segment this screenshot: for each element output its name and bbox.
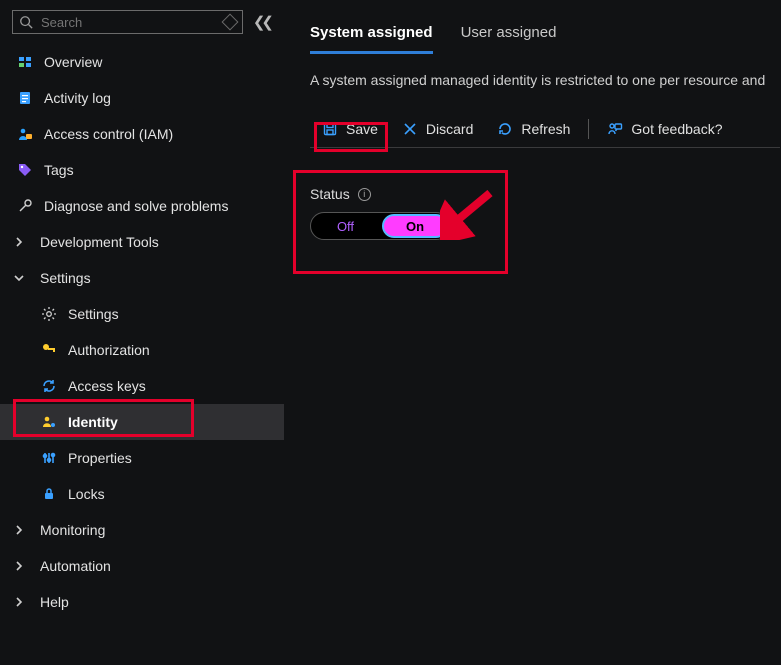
save-label: Save — [346, 121, 378, 137]
person-icon — [16, 125, 34, 143]
chevron-down-icon — [12, 271, 26, 285]
toolbar: Save Discard Refresh Got feedback? — [310, 110, 780, 148]
sidebar-group-help[interactable]: Help — [0, 584, 284, 620]
status-label-row: Status i — [310, 186, 781, 202]
sidebar-item-label: Settings — [68, 306, 119, 322]
sidebar-item-properties[interactable]: Properties — [0, 440, 284, 476]
chevron-right-icon — [12, 559, 26, 573]
sidebar-group-monitoring[interactable]: Monitoring — [0, 512, 284, 548]
sidebar-item-identity[interactable]: Identity — [0, 404, 284, 440]
sidebar-item-label: Identity — [68, 414, 118, 430]
status-toggle[interactable]: Off On — [310, 212, 450, 240]
sidebar-item-label: Tags — [44, 162, 74, 178]
search-icon — [19, 15, 33, 29]
sidebar-item-label: Settings — [40, 270, 91, 286]
feedback-label: Got feedback? — [631, 121, 722, 137]
sidebar-item-settings[interactable]: Settings — [0, 296, 284, 332]
toggle-off-option[interactable]: Off — [311, 219, 380, 234]
sidebar-group-settings[interactable]: Settings — [0, 260, 284, 296]
refresh-key-icon — [40, 377, 58, 395]
sidebar-item-tags[interactable]: Tags — [0, 152, 284, 188]
discard-label: Discard — [426, 121, 473, 137]
sidebar-group-development-tools[interactable]: Development Tools — [0, 224, 284, 260]
overview-icon — [16, 53, 34, 71]
sidebar-group-automation[interactable]: Automation — [0, 548, 284, 584]
sidebar-item-overview[interactable]: Overview — [0, 44, 284, 80]
identity-icon — [40, 413, 58, 431]
sidebar-item-access-control[interactable]: Access control (IAM) — [0, 116, 284, 152]
gear-icon — [40, 305, 58, 323]
sidebar-item-label: Diagnose and solve problems — [44, 198, 228, 214]
save-icon — [322, 121, 338, 137]
sidebar-item-label: Monitoring — [40, 522, 105, 538]
search-input[interactable] — [41, 15, 191, 30]
log-icon — [16, 89, 34, 107]
refresh-label: Refresh — [521, 121, 570, 137]
tabs: System assigned User assigned — [310, 24, 781, 54]
identity-description: A system assigned managed identity is re… — [310, 72, 781, 88]
info-icon[interactable]: i — [358, 188, 371, 201]
pin-icon — [221, 14, 238, 31]
chevron-right-icon — [12, 235, 26, 249]
lock-icon — [40, 485, 58, 503]
tag-icon — [16, 161, 34, 179]
close-icon — [402, 121, 418, 137]
key-icon — [40, 341, 58, 359]
sidebar: ❮❮ Overview Activity log Access control … — [0, 0, 284, 665]
collapse-sidebar-icon[interactable]: ❮❮ — [253, 13, 270, 31]
wrench-icon — [16, 197, 34, 215]
sidebar-item-label: Properties — [68, 450, 132, 466]
chevron-right-icon — [12, 523, 26, 537]
chevron-right-icon — [12, 595, 26, 609]
sidebar-item-label: Activity log — [44, 90, 111, 106]
sidebar-item-activity-log[interactable]: Activity log — [0, 80, 284, 116]
sidebar-item-label: Development Tools — [40, 234, 159, 250]
feedback-button[interactable]: Got feedback? — [595, 115, 734, 143]
sidebar-item-label: Authorization — [68, 342, 150, 358]
sidebar-item-authorization[interactable]: Authorization — [0, 332, 284, 368]
toggle-on-option[interactable]: On — [382, 214, 448, 238]
tab-user-assigned[interactable]: User assigned — [461, 24, 557, 54]
tab-system-assigned[interactable]: System assigned — [310, 24, 433, 54]
sidebar-item-label: Access control (IAM) — [44, 126, 173, 142]
toolbar-divider — [588, 119, 589, 139]
sidebar-item-label: Automation — [40, 558, 111, 574]
save-button[interactable]: Save — [310, 115, 390, 143]
status-label: Status — [310, 186, 350, 202]
properties-icon — [40, 449, 58, 467]
sidebar-item-locks[interactable]: Locks — [0, 476, 284, 512]
sidebar-item-access-keys[interactable]: Access keys — [0, 368, 284, 404]
sidebar-item-label: Overview — [44, 54, 102, 70]
feedback-icon — [607, 121, 623, 137]
sidebar-item-label: Access keys — [68, 378, 146, 394]
refresh-icon — [497, 121, 513, 137]
search-row: ❮❮ — [0, 0, 284, 44]
main-panel: System assigned User assigned A system a… — [310, 24, 781, 240]
sidebar-item-label: Help — [40, 594, 69, 610]
refresh-button[interactable]: Refresh — [485, 115, 582, 143]
sidebar-item-label: Locks — [68, 486, 105, 502]
search-box[interactable] — [12, 10, 243, 34]
sidebar-item-diagnose[interactable]: Diagnose and solve problems — [0, 188, 284, 224]
discard-button[interactable]: Discard — [390, 115, 485, 143]
